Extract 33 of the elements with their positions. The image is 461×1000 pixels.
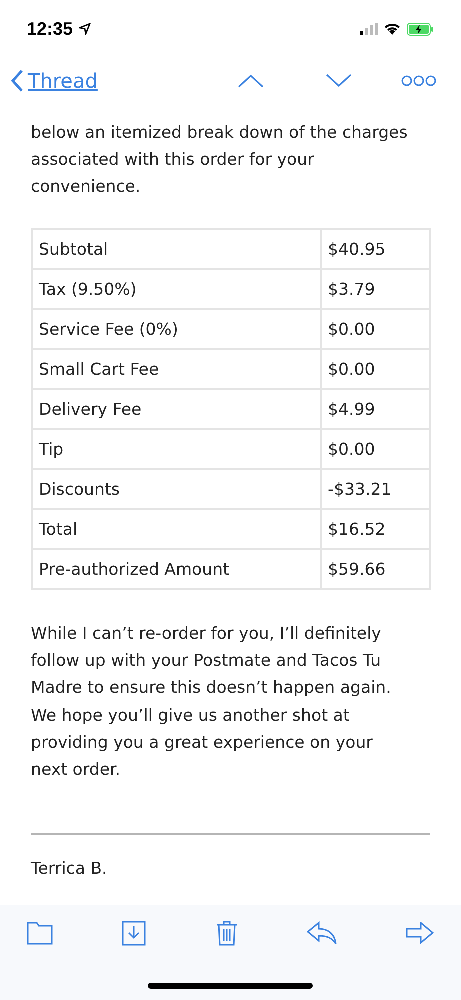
table-cell: Pre-authorized Amount (32, 549, 321, 589)
table-cell: Total (32, 509, 321, 549)
table-cell: $4.99 (321, 389, 430, 429)
chevron-left-icon (10, 69, 24, 93)
table-cell: $0.00 (321, 349, 430, 389)
table-cell: $3.79 (321, 269, 430, 309)
closing-paragraph: While I can’t re-order for you, I’ll definitely follow up with your Postmate and Tacos Tu Madre to ensure this doesn’t happen again. We hope you’ll give us another shot at providing you a great experience on your next order. (31, 623, 392, 782)
table-cell: $16.52 (321, 509, 430, 549)
table-cell: Tip (32, 429, 321, 469)
table-cell: -$33.21 (321, 469, 430, 509)
table-cell: Discounts (32, 469, 321, 509)
table-cell: $59.66 (321, 549, 430, 589)
trash-button[interactable] (216, 919, 238, 947)
intro-paragraph: below an itemized break down of the charges associated with this order for your convenience. (31, 122, 408, 198)
table-cell: Service Fee (0%) (32, 309, 321, 349)
archive-button[interactable] (122, 919, 146, 947)
table-cell: Subtotal (32, 229, 321, 269)
battery-icon (407, 22, 434, 36)
table-cell: $40.95 (321, 229, 430, 269)
table-cell: Small Cart Fee (32, 349, 321, 389)
signal-icon (360, 23, 378, 35)
wifi-icon (384, 23, 401, 35)
location-icon (79, 23, 92, 35)
status-time: 12:35 (27, 18, 74, 40)
table-cell: Delivery Fee (32, 389, 321, 429)
reply-button[interactable] (306, 919, 337, 947)
table-cell: Tax (9.50%) (32, 269, 321, 309)
table-cell: $0.00 (321, 429, 430, 469)
forward-button[interactable] (406, 919, 434, 947)
signature-name: Terrica B. (31, 858, 108, 880)
back-button[interactable]: Thread (10, 66, 98, 96)
more-button[interactable] (401, 75, 437, 87)
table-cell: $0.00 (321, 309, 430, 349)
